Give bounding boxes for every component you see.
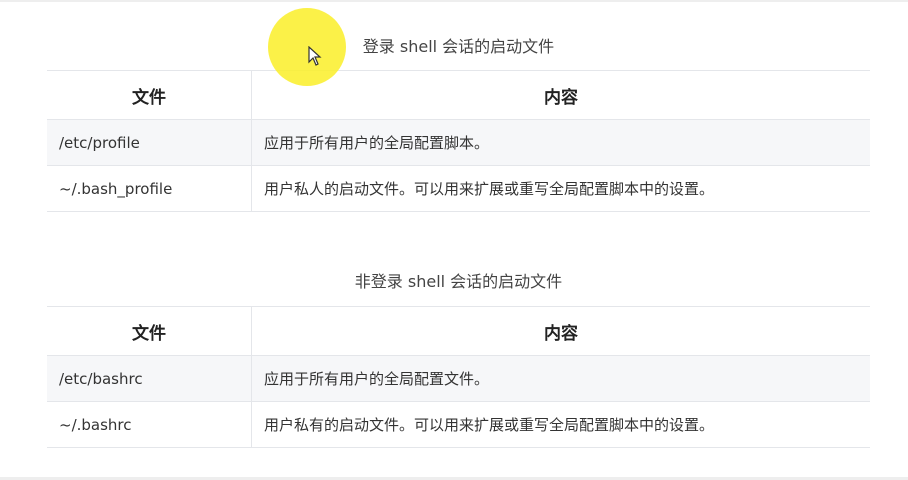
login-startup-files-table: 文件 内容 /etc/profile 应用于所有用户的全局配置脚本。 ~/.ba… (47, 70, 870, 212)
column-header-file: 文件 (47, 70, 252, 120)
content-cell: 用户私有的启动文件。可以用来扩展或重写全局配置脚本中的设置。 (251, 401, 870, 448)
cursor-highlight (268, 8, 346, 86)
column-header-file: 文件 (47, 306, 252, 356)
table-row: /etc/bashrc 应用于所有用户的全局配置文件。 (47, 355, 870, 402)
table-row: ~/.bashrc 用户私有的启动文件。可以用来扩展或重写全局配置脚本中的设置。 (47, 401, 870, 448)
top-divider (0, 0, 908, 2)
file-cell: /etc/bashrc (47, 355, 252, 402)
arrow-pointer-icon (308, 46, 322, 66)
file-cell: ~/.bash_profile (47, 165, 252, 212)
content-cell: 用户私人的启动文件。可以用来扩展或重写全局配置脚本中的设置。 (251, 165, 870, 212)
column-header-content: 内容 (251, 70, 870, 120)
content-cell: 应用于所有用户的全局配置文件。 (251, 355, 870, 402)
file-cell: ~/.bashrc (47, 401, 252, 448)
nonlogin-table-caption: 非登录 shell 会话的启动文件 (354, 272, 563, 291)
login-table-caption: 登录 shell 会话的启动文件 (362, 37, 555, 56)
table-row: ~/.bash_profile 用户私人的启动文件。可以用来扩展或重写全局配置脚… (47, 165, 870, 212)
table-header-row: 文件 内容 (47, 306, 870, 356)
content-cell: 应用于所有用户的全局配置脚本。 (251, 119, 870, 166)
table-header-row: 文件 内容 (47, 70, 870, 120)
nonlogin-startup-files-table: 文件 内容 /etc/bashrc 应用于所有用户的全局配置文件。 ~/.bas… (47, 306, 870, 448)
file-cell: /etc/profile (47, 119, 252, 166)
column-header-content: 内容 (251, 306, 870, 356)
table-row: /etc/profile 应用于所有用户的全局配置脚本。 (47, 119, 870, 166)
